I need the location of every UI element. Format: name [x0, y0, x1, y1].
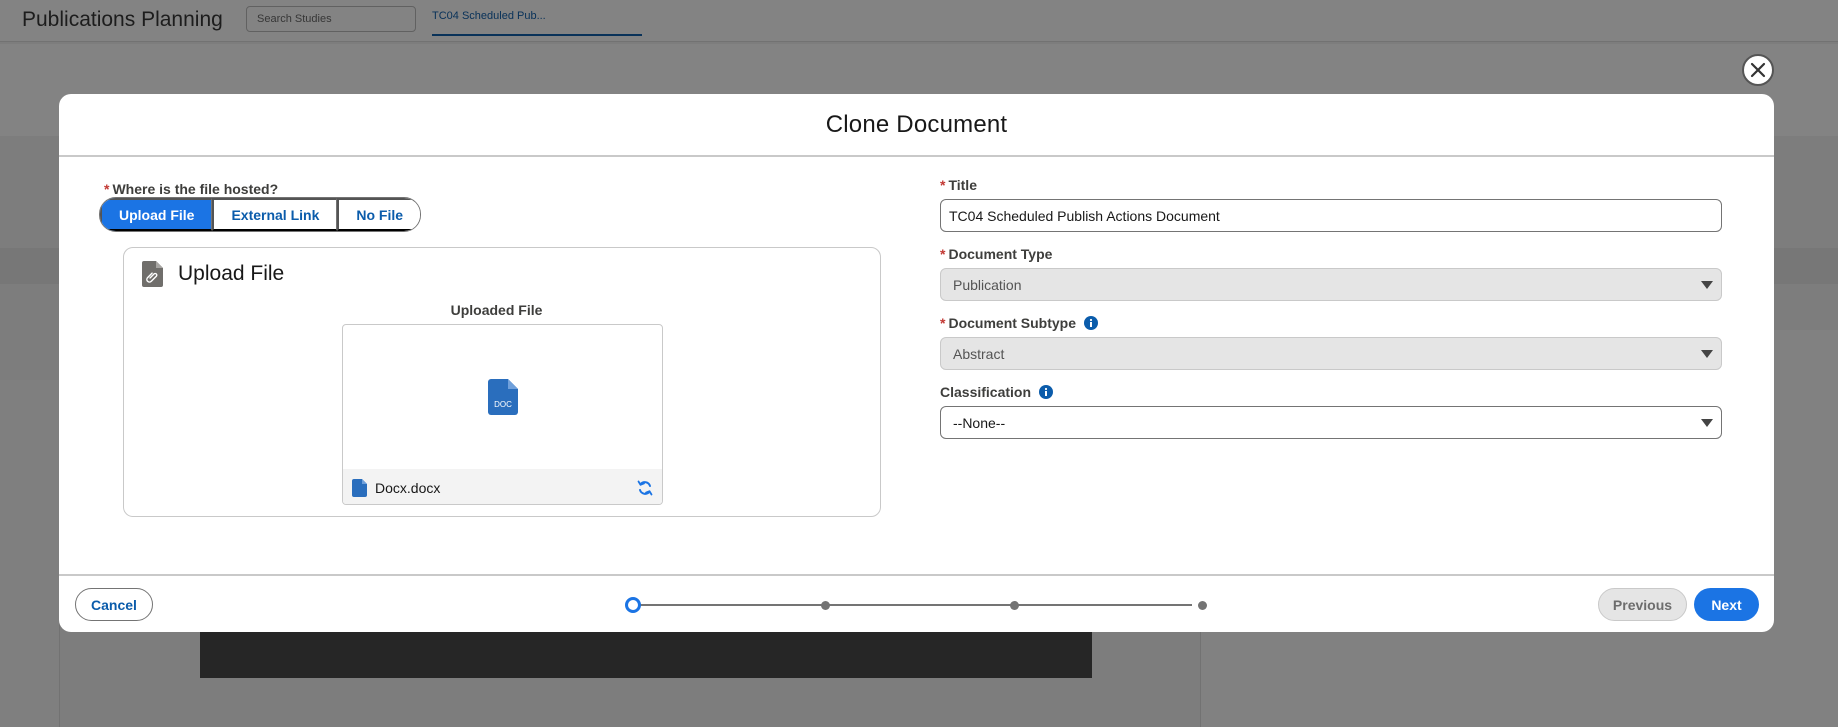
modal-title: Clone Document — [825, 110, 1008, 138]
hosting-segmented-control: Upload File External Link No File — [99, 197, 422, 232]
progress-step-4[interactable] — [1198, 601, 1207, 610]
cancel-button[interactable]: Cancel — [75, 588, 153, 621]
document-subtype-field: * Document Subtype Abstract — [940, 315, 1722, 370]
sync-icon[interactable] — [637, 480, 653, 496]
doc-file-badge: DOC — [494, 400, 512, 409]
progress-indicator — [625, 596, 1207, 614]
document-subtype-label-text: Document Subtype — [948, 315, 1077, 331]
chevron-down-icon — [1701, 281, 1713, 289]
classification-select[interactable]: --None-- — [940, 406, 1722, 439]
document-type-field: * Document Type Publication — [940, 246, 1722, 301]
hosting-option-external-link[interactable]: External Link — [212, 198, 338, 231]
required-marker: * — [940, 246, 946, 262]
progress-step-1[interactable] — [625, 597, 641, 613]
file-info-bar: Docx.docx — [343, 469, 662, 504]
required-marker: * — [940, 177, 946, 193]
uploaded-file-label: Uploaded File — [450, 302, 543, 318]
title-field: * Title TC04 Scheduled Publish Actions D… — [940, 177, 1722, 232]
chevron-down-icon — [1701, 350, 1713, 358]
attachment-document-icon — [142, 261, 163, 287]
info-icon[interactable] — [1039, 385, 1054, 399]
upload-card-header: Upload File — [141, 260, 284, 288]
doc-file-small-icon — [352, 478, 367, 497]
classification-value: --None-- — [953, 414, 1006, 431]
doc-file-icon: DOC — [487, 379, 518, 415]
modal-footer: Cancel Previous Next — [59, 574, 1774, 632]
hosting-label: * Where is the file hosted? — [104, 181, 278, 197]
close-modal-button[interactable] — [1742, 54, 1774, 86]
modal-header: Clone Document — [59, 94, 1774, 157]
hosting-label-text: Where is the file hosted? — [112, 181, 279, 197]
file-preview: DOC — [343, 325, 662, 469]
close-icon — [1750, 62, 1766, 78]
document-type-label-text: Document Type — [948, 246, 1053, 262]
classification-label-text: Classification — [940, 384, 1032, 400]
info-icon[interactable] — [1084, 316, 1099, 330]
classification-field: Classification --None-- — [940, 384, 1722, 439]
upload-file-card: Upload File Uploaded File DOC Docx.docx — [123, 247, 881, 517]
progress-step-2[interactable] — [821, 601, 830, 610]
document-subtype-label: * Document Subtype — [940, 315, 1722, 331]
classification-label: Classification — [940, 384, 1722, 400]
upload-card-title: Upload File — [178, 262, 285, 285]
uploaded-file-tile[interactable]: DOC Docx.docx — [342, 324, 663, 505]
document-type-select: Publication — [940, 268, 1722, 301]
title-label: * Title — [940, 177, 1722, 193]
next-button[interactable]: Next — [1694, 588, 1759, 621]
document-type-label: * Document Type — [940, 246, 1722, 262]
file-name: Docx.docx — [375, 479, 441, 496]
title-label-text: Title — [948, 177, 977, 193]
previous-button: Previous — [1598, 588, 1687, 621]
chevron-down-icon — [1701, 419, 1713, 427]
hosting-option-upload-file[interactable]: Upload File — [100, 198, 213, 231]
document-type-value: Publication — [953, 276, 1022, 293]
title-input[interactable]: TC04 Scheduled Publish Actions Document — [940, 199, 1722, 232]
progress-track — [634, 604, 1192, 606]
hosting-option-no-file[interactable]: No File — [337, 198, 421, 231]
progress-step-3[interactable] — [1010, 601, 1019, 610]
modal-body: * Where is the file hosted? Upload File … — [59, 157, 1774, 574]
required-marker: * — [104, 181, 110, 197]
required-marker: * — [940, 315, 946, 331]
document-subtype-value: Abstract — [953, 345, 1005, 362]
document-subtype-select: Abstract — [940, 337, 1722, 370]
clone-document-modal: Clone Document * Where is the file hoste… — [59, 94, 1774, 632]
